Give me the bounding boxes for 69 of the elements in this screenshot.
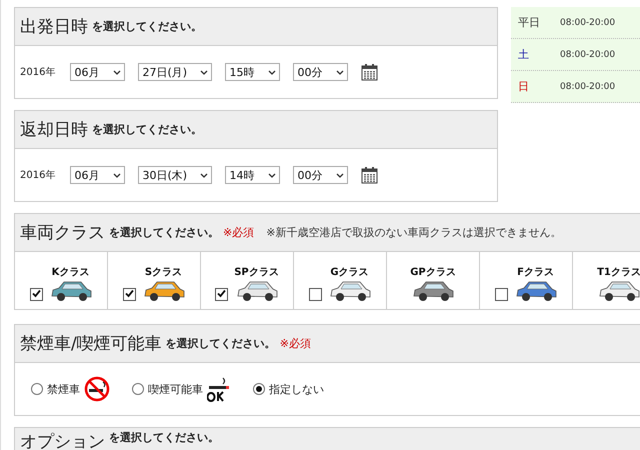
smoking-ok-icon — [207, 376, 231, 402]
chevron-down-icon — [268, 70, 276, 74]
class-label: Gクラス — [330, 266, 369, 279]
checkbox[interactable] — [494, 288, 508, 301]
day-label: 日 — [518, 79, 530, 94]
date-select[interactable]: 06月 — [70, 63, 126, 81]
year-label: 2016年 — [20, 169, 56, 182]
class-label: Kクラス — [52, 266, 90, 279]
date-select[interactable]: 06月 — [70, 166, 126, 184]
chevron-down-icon — [113, 70, 122, 74]
radio-button[interactable] — [253, 383, 265, 395]
date-select[interactable]: 00分 — [293, 63, 348, 81]
required-note: ※必須 — [223, 225, 254, 240]
section-title: 禁煙車/喫煙可能車 — [20, 333, 162, 355]
section-subtitle: を選択してください。 — [92, 19, 202, 34]
day-label: 平日 — [518, 15, 541, 30]
chevron-down-icon — [268, 172, 276, 178]
date-select[interactable]: 30日(木) — [138, 166, 212, 184]
class-label: T1クラス — [597, 266, 640, 279]
car-icon — [597, 279, 640, 303]
section-title: 車両クラス — [20, 222, 105, 244]
no-smoking-icon — [84, 376, 110, 402]
class-label: Sクラス — [144, 266, 182, 279]
chevron-down-icon — [200, 172, 208, 178]
required-note: ※必須 — [280, 336, 311, 351]
day-label: 土 — [518, 47, 530, 62]
class-label: GPクラス — [410, 266, 456, 279]
checkbox[interactable] — [215, 288, 228, 301]
checkbox[interactable] — [30, 288, 42, 301]
car-icon — [328, 279, 372, 303]
checkbox[interactable] — [122, 288, 136, 301]
calendar-icon[interactable] — [361, 63, 378, 81]
radio-button[interactable] — [132, 383, 144, 395]
radio-button[interactable] — [31, 383, 43, 395]
chevron-down-icon — [113, 172, 122, 178]
notice-text: ※新千歳空港店で取扱のない車両クラスは選択できません。 — [266, 225, 562, 240]
checkbox[interactable] — [308, 288, 322, 301]
check-icon — [217, 289, 226, 298]
date-select[interactable]: 00分 — [293, 166, 348, 184]
chevron-down-icon — [336, 172, 344, 178]
car-icon — [514, 279, 558, 303]
hours-text: 08:00-20:00 — [560, 18, 616, 28]
car-icon — [142, 279, 186, 303]
class-label: SPクラス — [234, 266, 279, 279]
option-label: 指定しない — [269, 382, 324, 396]
section-subtitle: を選択してください。 — [109, 225, 219, 240]
section-title: 出発日時 — [20, 16, 88, 38]
check-icon — [124, 289, 134, 298]
chevron-down-icon — [336, 70, 344, 74]
date-select[interactable]: 15時 — [225, 63, 280, 81]
hours-text: 08:00-20:00 — [560, 82, 616, 92]
section-subtitle: を選択してください。 — [166, 336, 276, 351]
chevron-down-icon — [200, 70, 208, 74]
car-icon — [48, 279, 92, 303]
section-subtitle: を選択してください。 — [109, 430, 219, 445]
car-icon — [234, 279, 278, 303]
option-label: 喫煙可能車 — [148, 382, 203, 396]
class-label: Fクラス — [517, 266, 554, 279]
section-title: オプション — [20, 431, 105, 450]
date-select[interactable]: 14時 — [225, 166, 280, 184]
hours-text: 08:00-20:00 — [560, 50, 616, 60]
date-select[interactable]: 27日(月) — [138, 63, 212, 81]
year-label: 2016年 — [20, 66, 56, 79]
section-subtitle: を選択してください。 — [92, 122, 202, 137]
check-icon — [32, 289, 40, 298]
car-icon — [410, 279, 455, 303]
section-title: 返却日時 — [20, 119, 88, 141]
calendar-icon[interactable] — [361, 166, 378, 184]
option-label: 禁煙車 — [47, 382, 80, 396]
